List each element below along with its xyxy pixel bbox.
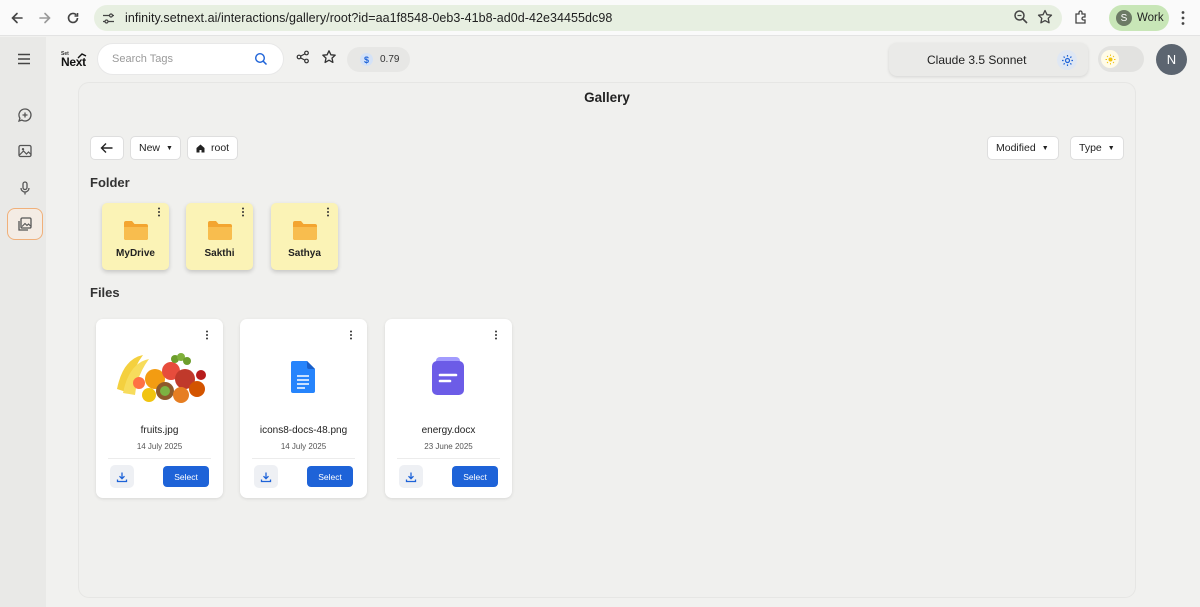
address-bar[interactable]: infinity.setnext.ai/interactions/gallery… bbox=[94, 5, 1062, 31]
file-name: fruits.jpg bbox=[140, 425, 179, 436]
more-options-icon[interactable] bbox=[205, 330, 209, 343]
profile-label: Work bbox=[1137, 12, 1164, 24]
gallery-panel: Gallery New ▼ root Modified ▼ Type ▼ Fol… bbox=[79, 83, 1135, 597]
more-options-icon[interactable] bbox=[241, 207, 245, 220]
sun-icon bbox=[1101, 50, 1119, 68]
download-button[interactable] bbox=[254, 465, 278, 488]
select-button[interactable]: Select bbox=[452, 466, 498, 487]
theme-toggle[interactable] bbox=[1098, 46, 1144, 72]
sort-label: Modified bbox=[996, 142, 1036, 154]
select-button[interactable]: Select bbox=[163, 466, 209, 487]
document-icon bbox=[432, 357, 464, 395]
folder-icon bbox=[124, 221, 148, 240]
file-date: 14 July 2025 bbox=[280, 442, 327, 451]
extensions-icon[interactable] bbox=[1073, 9, 1090, 31]
file-date: 14 July 2025 bbox=[136, 442, 183, 451]
left-rail bbox=[0, 37, 46, 607]
new-button[interactable]: New ▼ bbox=[130, 136, 181, 160]
fruit-image bbox=[117, 353, 206, 403]
file-date: 23 June 2025 bbox=[424, 442, 473, 451]
microphone-icon[interactable] bbox=[7, 172, 43, 204]
url-text: infinity.setnext.ai/interactions/gallery… bbox=[125, 11, 613, 25]
back-icon[interactable] bbox=[3, 4, 31, 32]
type-label: Type bbox=[1079, 142, 1102, 154]
share-icon[interactable] bbox=[296, 50, 310, 64]
model-name: Claude 3.5 Sonnet bbox=[927, 52, 1027, 67]
card-divider bbox=[397, 458, 500, 459]
profile-initial: S bbox=[1116, 10, 1132, 26]
caret-down-icon: ▼ bbox=[1041, 144, 1049, 152]
type-filter-button[interactable]: Type ▼ bbox=[1070, 136, 1124, 160]
select-button[interactable]: Select bbox=[307, 466, 353, 487]
forward-icon[interactable] bbox=[31, 4, 59, 32]
folder-item[interactable]: MyDrive bbox=[102, 203, 169, 270]
page-title: Gallery bbox=[584, 90, 630, 105]
download-button[interactable] bbox=[399, 465, 423, 488]
back-button[interactable] bbox=[90, 136, 124, 160]
browser-toolbar: infinity.setnext.ai/interactions/gallery… bbox=[0, 0, 1200, 36]
zoom-icon[interactable] bbox=[1012, 8, 1030, 31]
docs-icon bbox=[291, 361, 315, 393]
more-options-icon[interactable] bbox=[326, 207, 330, 220]
browser-menu-icon[interactable] bbox=[1180, 10, 1186, 31]
more-options-icon[interactable] bbox=[157, 207, 161, 220]
download-icon bbox=[116, 472, 128, 482]
file-card[interactable]: icons8-docs-48.png 14 July 2025 Select bbox=[240, 319, 367, 498]
folder-name: MyDrive bbox=[116, 248, 155, 259]
model-selector[interactable]: Claude 3.5 Sonnet bbox=[889, 43, 1088, 76]
more-options-icon[interactable] bbox=[349, 330, 353, 343]
profile-button[interactable]: S Work bbox=[1109, 5, 1169, 31]
folder-item[interactable]: Sakthi bbox=[186, 203, 253, 270]
search-icon[interactable] bbox=[254, 52, 268, 66]
file-name: icons8-docs-48.png bbox=[259, 425, 348, 436]
download-icon bbox=[405, 472, 417, 482]
download-button[interactable] bbox=[110, 465, 134, 488]
files-heading: Files bbox=[90, 285, 120, 300]
bookmark-star-icon[interactable] bbox=[1036, 8, 1054, 31]
more-options-icon[interactable] bbox=[494, 330, 498, 343]
setnext-logo[interactable]: Set Next bbox=[60, 50, 90, 70]
caret-down-icon: ▼ bbox=[166, 144, 173, 152]
download-icon bbox=[260, 472, 272, 482]
favorite-star-icon[interactable] bbox=[321, 49, 337, 65]
folder-name: Sathya bbox=[288, 248, 321, 259]
gallery-nav-icon[interactable] bbox=[7, 208, 43, 240]
caret-down-icon: ▼ bbox=[1107, 144, 1115, 152]
card-divider bbox=[252, 458, 355, 459]
menu-icon[interactable] bbox=[6, 43, 42, 75]
user-avatar[interactable]: N bbox=[1156, 44, 1187, 75]
folder-name: Sakthi bbox=[204, 248, 235, 259]
breadcrumb-label: root bbox=[211, 142, 230, 154]
credits-badge: $ 0.79 bbox=[347, 47, 410, 72]
new-label: New bbox=[139, 142, 161, 154]
image-icon[interactable] bbox=[7, 135, 43, 167]
credits-value: 0.79 bbox=[380, 54, 400, 65]
file-card[interactable]: energy.docx 23 June 2025 Select bbox=[385, 319, 512, 498]
card-divider bbox=[108, 458, 211, 459]
folders-heading: Folder bbox=[90, 175, 130, 190]
search-input[interactable] bbox=[112, 53, 242, 65]
site-info-icon[interactable] bbox=[102, 12, 115, 25]
search-tags-bar bbox=[97, 43, 284, 75]
sort-modified-button[interactable]: Modified ▼ bbox=[987, 136, 1059, 160]
folder-icon bbox=[208, 221, 232, 240]
file-name: energy.docx bbox=[421, 425, 476, 436]
new-chat-icon[interactable] bbox=[7, 99, 43, 131]
breadcrumb-root[interactable]: root bbox=[187, 136, 238, 160]
folder-icon bbox=[293, 221, 317, 240]
model-settings-icon[interactable] bbox=[1057, 50, 1077, 70]
file-card[interactable]: fruits.jpg 14 July 2025 Select bbox=[96, 319, 223, 498]
dollar-icon: $ bbox=[360, 53, 373, 66]
home-icon bbox=[196, 144, 205, 152]
folder-item[interactable]: Sathya bbox=[271, 203, 338, 270]
reload-icon[interactable] bbox=[59, 4, 87, 32]
